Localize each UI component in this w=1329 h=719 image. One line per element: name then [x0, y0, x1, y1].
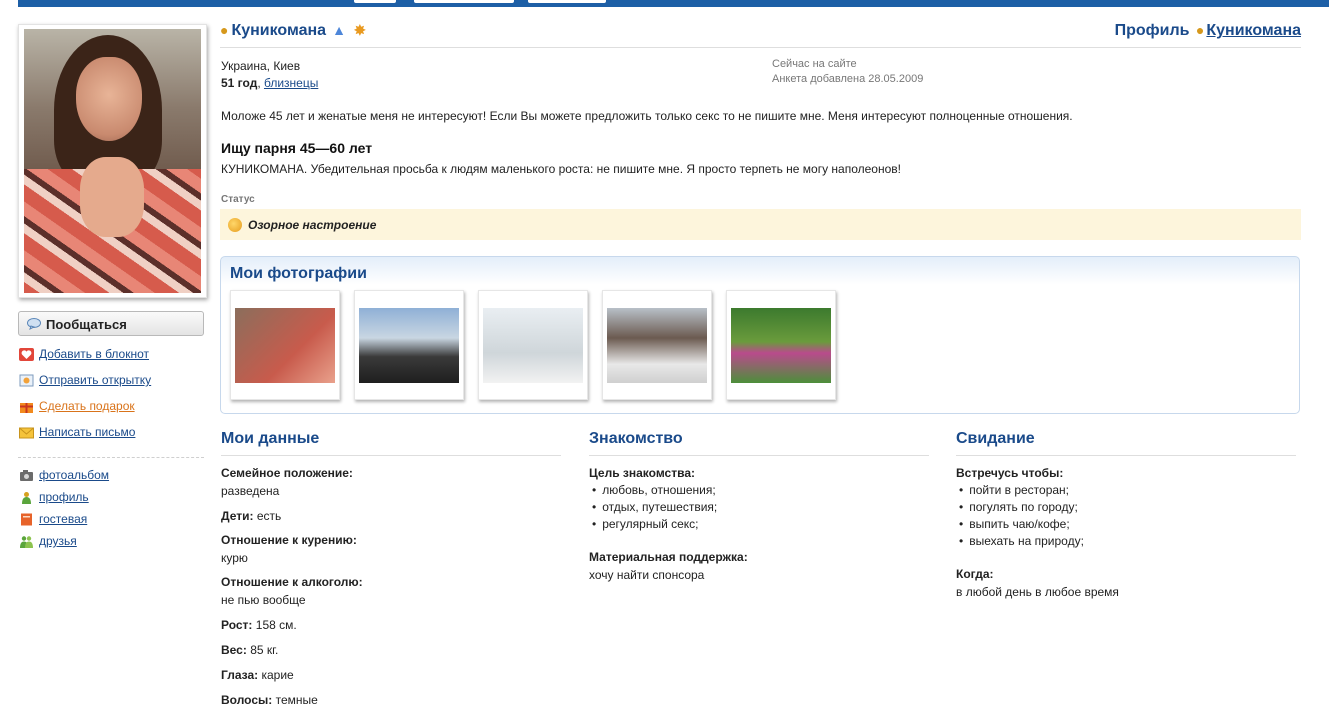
zodiac-link[interactable]: близнецы [264, 76, 318, 90]
field-marital-label: Семейное положение: [221, 466, 353, 480]
profile-label: Профиль [1114, 22, 1190, 39]
my-data-divider [221, 455, 561, 456]
field-marital-value: разведена [221, 484, 280, 498]
field-eyes: Глаза: карие [221, 668, 294, 682]
photos-panel: Мои фотографии [220, 256, 1300, 414]
dating-goal-item: отдых, путешествия; [592, 500, 717, 514]
meet-item: погулять по городу; [959, 500, 1078, 514]
photo-image [483, 308, 583, 383]
dating-goal-item: любовь, отношения; [592, 483, 716, 497]
status-text: Озорное настроение [248, 218, 377, 232]
support-label: Материальная поддержка: [589, 550, 748, 564]
triangle-icon: ▲ [332, 22, 346, 38]
photo-image [359, 308, 459, 383]
top-navigation-bar [18, 0, 1329, 7]
field-weight: Вес: 85 кг. [221, 643, 279, 657]
user-icon [22, 492, 31, 504]
age: 51 год [221, 76, 258, 90]
photo-thumbnail[interactable] [478, 290, 588, 400]
dating-title: Знакомство [589, 430, 683, 447]
photo-image [731, 308, 831, 383]
friends-link[interactable]: друзья [39, 534, 77, 548]
profile-name-link[interactable]: Куникомана [1206, 22, 1301, 39]
sidebar-divider [18, 457, 204, 458]
top-nav-tab[interactable] [354, 0, 396, 3]
status-box: Озорное настроение [220, 209, 1301, 240]
photos-title: Мои фотографии [230, 265, 367, 282]
my-data-title: Мои данные [221, 430, 320, 447]
top-nav-tab[interactable] [414, 0, 514, 3]
camera-icon [20, 470, 33, 481]
photo-thumbnail[interactable] [602, 290, 712, 400]
photo-thumbnail[interactable] [354, 290, 464, 400]
meet-item: выпить чаю/кофе; [959, 517, 1069, 531]
about-text: Моложе 45 лет и женатые меня не интересу… [221, 109, 1073, 123]
dating-goal-item: регулярный секс; [592, 517, 698, 531]
field-smoking-label: Отношение к курению: [221, 533, 357, 547]
online-status: Сейчас на сайте [772, 58, 857, 70]
make-gift-link[interactable]: Сделать подарок [39, 399, 135, 413]
meet-item: выехать на природу; [959, 534, 1084, 548]
write-letter-link[interactable]: Написать письмо [39, 425, 135, 439]
field-alcohol-label: Отношение к алкоголю: [221, 575, 363, 589]
field-hair: Волосы: темные [221, 693, 318, 707]
profile-added-date: Анкета добавлена 28.05.2009 [772, 73, 924, 85]
field-children: Дети: есть [221, 509, 282, 523]
dating-divider [589, 455, 929, 456]
date-divider [956, 455, 1296, 456]
header-divider [220, 47, 1301, 48]
book-icon [21, 513, 32, 526]
photoalbum-link[interactable]: фотоальбом [39, 468, 109, 482]
date-title: Свидание [956, 430, 1035, 447]
chat-button-label: Пообщаться [46, 317, 127, 332]
photo-image [235, 308, 335, 383]
postcard-icon [19, 374, 34, 387]
when-value: в любой день в любое время [956, 585, 1119, 599]
heart-icon [19, 348, 34, 361]
friends-icon [20, 536, 33, 548]
location: Украина, Киев [221, 59, 301, 73]
field-height: Рост: 158 см. [221, 618, 297, 632]
profile-breadcrumb: Профиль ● Куникомана [1115, 22, 1301, 40]
profile-photo[interactable] [18, 24, 207, 298]
send-postcard-link[interactable]: Отправить открытку [39, 373, 151, 387]
meet-label: Встречусь чтобы: [956, 466, 1064, 480]
age-line: 51 год, близнецы [221, 76, 319, 90]
user-icon: ● [1195, 22, 1205, 38]
user-name: Куникомана [231, 22, 327, 39]
star-icon: ✸ [353, 22, 366, 38]
status-label: Статус [221, 194, 255, 205]
top-nav-tab[interactable] [528, 0, 606, 3]
field-alcohol-value: не пью вообще [221, 593, 306, 607]
chat-button[interactable]: Пообщаться [18, 311, 204, 336]
profile-photo-image [24, 29, 201, 293]
guestbook-link[interactable]: гостевая [39, 512, 87, 526]
gift-icon [20, 403, 33, 413]
when-label: Когда: [956, 567, 994, 581]
dating-goal-label: Цель знакомства: [589, 466, 695, 480]
mood-icon [228, 218, 242, 232]
profile-header-name: ● Куникомана ▲ ✸ [220, 22, 366, 40]
photo-image [607, 308, 707, 383]
add-to-notebook-link[interactable]: Добавить в блокнот [39, 347, 149, 361]
photo-thumbnail[interactable] [726, 290, 836, 400]
envelope-icon [19, 427, 34, 439]
user-icon: ● [220, 22, 229, 38]
field-smoking-value: курю [221, 551, 248, 565]
seeking-title: Ищу парня 45—60 лет [221, 140, 373, 156]
meet-item: пойти в ресторан; [959, 483, 1069, 497]
speech-bubble-icon [27, 318, 41, 330]
support-value: хочу найти спонсора [589, 568, 705, 582]
photo-thumbnail[interactable] [230, 290, 340, 400]
seeking-text: КУНИКОМАНА. Убедительная просьба к людям… [221, 162, 901, 176]
profile-link[interactable]: профиль [39, 490, 89, 504]
